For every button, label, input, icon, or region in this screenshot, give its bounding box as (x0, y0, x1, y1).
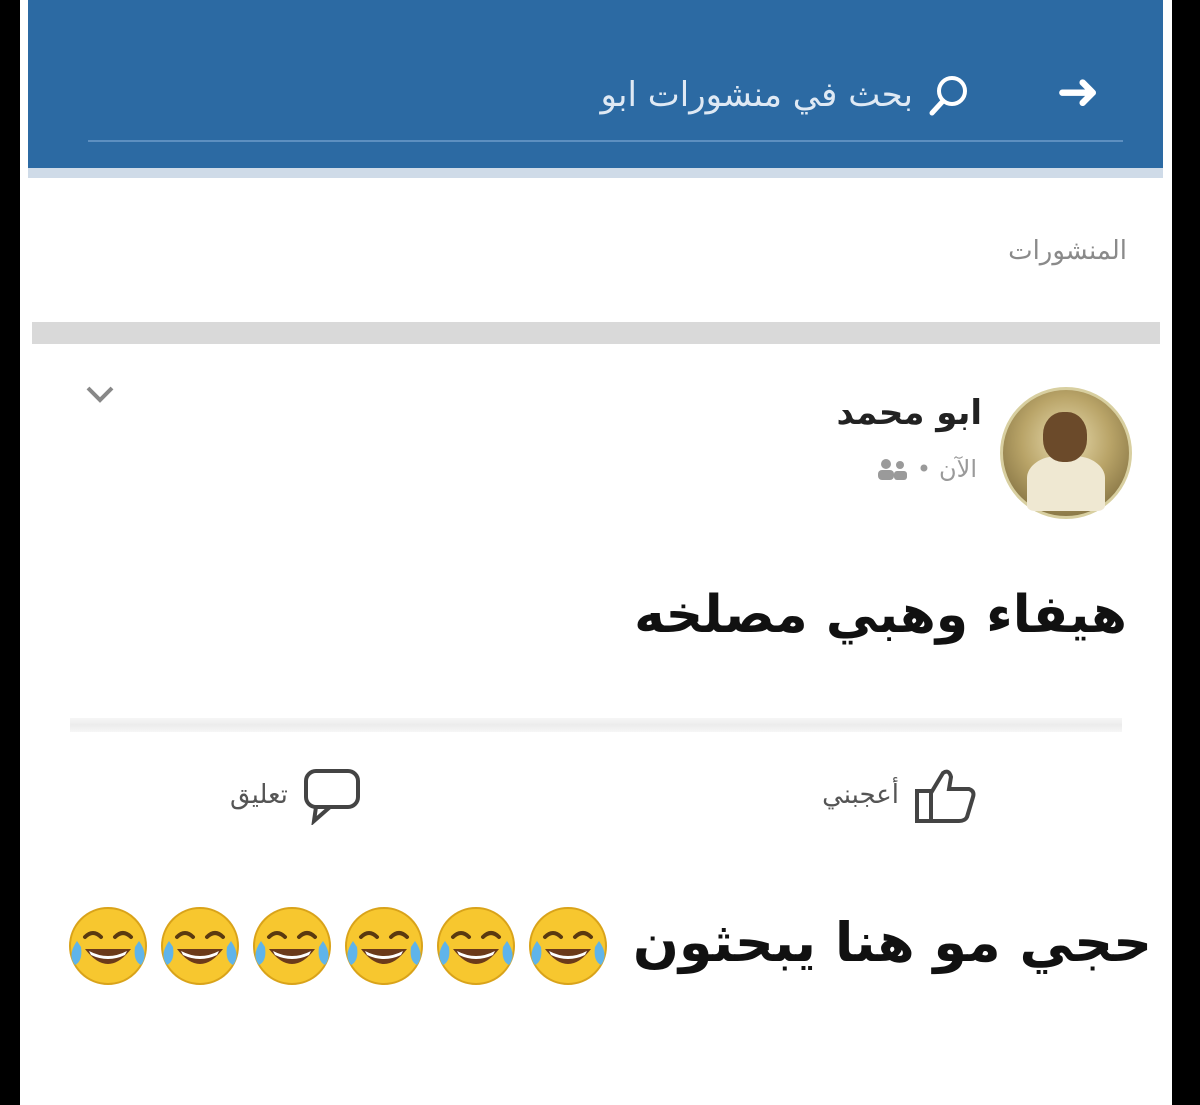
faint-separator (70, 718, 1122, 732)
laughing-tears-emoji-icon (433, 903, 519, 989)
post-body-text: هيفاء وهبي مصلخه (634, 585, 1127, 645)
search-underline (88, 140, 1123, 142)
laughing-tears-emoji-icon (157, 903, 243, 989)
post-meta: الآن • (875, 455, 977, 483)
chevron-down-icon[interactable] (82, 380, 118, 410)
comment-label: تعليق (230, 780, 288, 810)
emoji-row (62, 907, 614, 986)
laughing-tears-emoji-icon (341, 903, 427, 989)
search-icon[interactable] (927, 72, 973, 118)
friends-audience-icon (877, 459, 907, 480)
avatar-figure-body (1027, 456, 1105, 511)
comment-bubble-icon (303, 769, 360, 825)
comment-body: حجي مو هنا يبحثون (632, 911, 1152, 974)
phone-screen: ➜ بحث في منشورات ابو المنشورات ابو محمد … (20, 0, 1172, 1105)
comment-text: حجي مو هنا يبحثون (52, 895, 1152, 990)
avatar[interactable] (1000, 387, 1132, 519)
laughing-tears-emoji-icon (249, 903, 335, 989)
laughing-tears-emoji-icon (525, 903, 611, 989)
post-time: الآن (939, 455, 977, 483)
search-header: ➜ بحث في منشورات ابو (28, 0, 1163, 178)
back-arrow-icon[interactable]: ➜ (1048, 62, 1108, 122)
post-author-name[interactable]: ابو محمد (836, 393, 982, 433)
posts-section-label: المنشورات (1008, 236, 1127, 266)
like-button[interactable]: أعجبني (822, 765, 977, 825)
avatar-figure-head (1043, 412, 1087, 462)
thumbs-up-icon (915, 769, 976, 823)
meta-separator: • (916, 455, 932, 483)
section-divider (32, 322, 1160, 344)
laughing-tears-emoji-icon (65, 903, 151, 989)
search-input[interactable]: بحث في منشورات ابو (600, 70, 913, 120)
like-label: أعجبني (822, 780, 899, 810)
comment-button[interactable]: تعليق (230, 765, 364, 825)
